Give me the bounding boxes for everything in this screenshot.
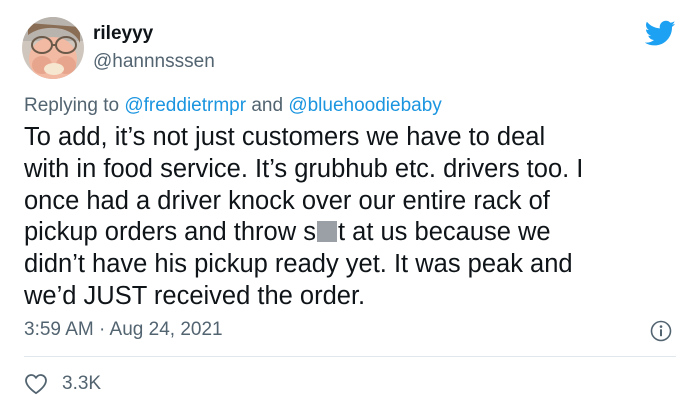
like-action[interactable]: 3.3K [24, 371, 101, 397]
heart-icon[interactable] [24, 373, 48, 395]
display-name[interactable]: rileyyy [93, 22, 153, 46]
tweet-text-line: pickup orders and throw s t at us because… [24, 217, 679, 249]
tweet-card: rileyyy @hannnsssen Replying to @freddie… [0, 0, 700, 410]
twitter-bird-icon[interactable] [645, 20, 676, 47]
info-icon[interactable] [650, 320, 672, 342]
avatar[interactable] [22, 17, 84, 79]
like-count: 3.3K [62, 373, 102, 394]
tweet-text-line: once had a driver knock over our entire … [24, 186, 550, 215]
censor-block [316, 221, 337, 243]
mention-link-bluehoodiebaby[interactable]: @bluehoodiebaby [288, 95, 441, 116]
tweet-text-line: didn’t have his pickup ready yet. It was… [24, 250, 573, 279]
tweet-text-line: we’d JUST received the order. [24, 281, 366, 310]
tweet-text-segment: pickup orders and throw s [24, 218, 316, 247]
replying-to-label: Replying to [24, 95, 120, 116]
tweet-text: To add, it’s not just customers we have … [24, 122, 679, 313]
tweet-timestamp[interactable]: 3:59 AM · Aug 24, 2021 [24, 318, 223, 342]
tweet-text-segment: t at us because we [337, 218, 551, 247]
divider [24, 356, 676, 357]
replying-to: Replying to @freddietrmpr and @bluehoodi… [24, 94, 442, 118]
user-handle[interactable]: @hannnsssen [93, 50, 215, 74]
tweet-text-line: To add, it’s not just customers we have … [24, 123, 546, 151]
tweet-text-line: with in food service. It’s grubhub etc. … [24, 154, 584, 183]
replying-to-joiner: and [251, 95, 284, 116]
mention-link-freddietrmpr[interactable]: @freddietrmpr [124, 95, 246, 116]
avatar-image [22, 17, 84, 79]
